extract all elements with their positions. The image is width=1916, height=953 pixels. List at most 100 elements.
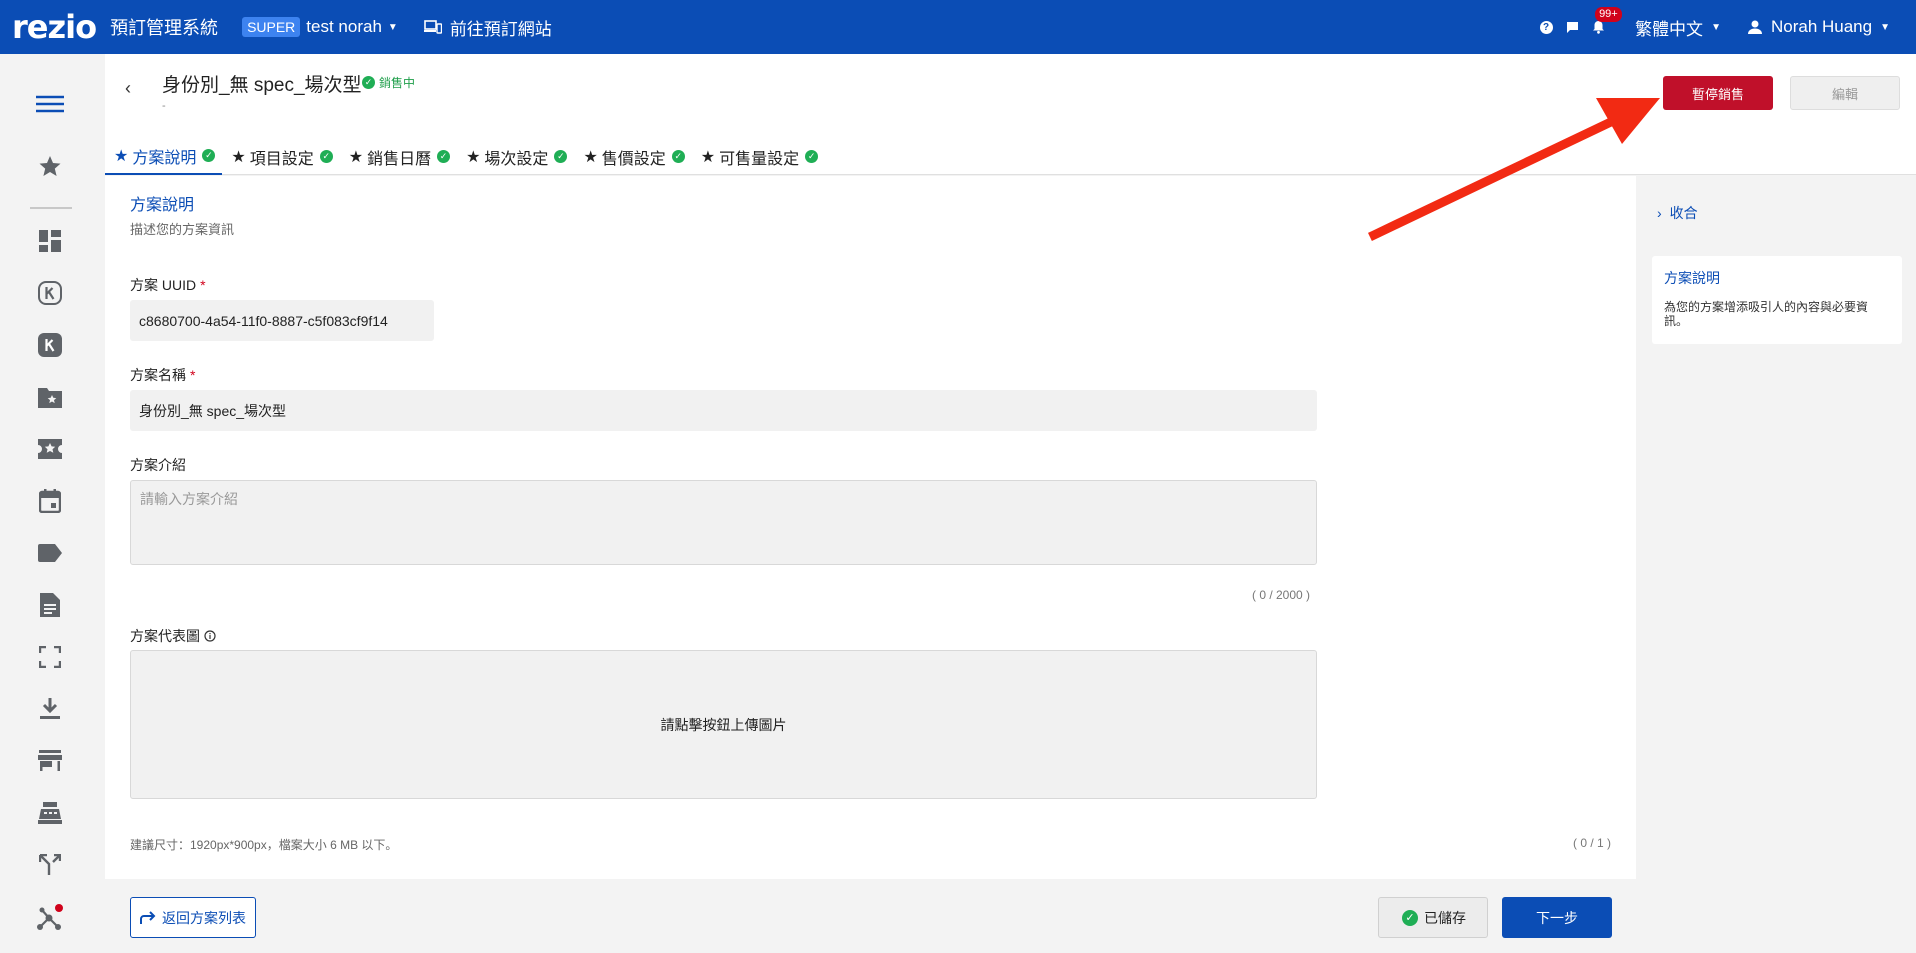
status-label: 銷售中 [379,76,416,90]
chevron-right-icon: › [1657,205,1662,221]
check-circle-icon: ✓ [202,149,216,162]
help-card-title: 方案說明 [1664,270,1720,286]
tab-sales-calendar[interactable]: ★ 銷售日曆 ✓ [340,138,457,175]
tab-price-settings[interactable]: ★ 售價設定 ✓ [574,138,691,175]
star-icon: ★ [114,147,129,165]
star-icon: ★ [231,148,246,166]
language-label: 繁體中文 [1635,19,1704,39]
check-circle-icon: ✓ [805,150,819,163]
uuid-field[interactable]: c8680700-4a54-11f0-8887-c5f083cf9f14 [130,300,434,341]
edit-button[interactable]: 編輯 [1790,76,1900,110]
help-icon[interactable]: ? [1539,20,1553,34]
tab-plan-description[interactable]: ★ 方案說明 ✓ [105,138,223,175]
top-bar: rezio 預訂管理系統 SUPER test norah ▼ 前往預訂網站 ?… [0,0,1916,54]
download-icon[interactable] [36,695,64,723]
scan-frame-icon[interactable] [36,643,64,671]
rezio-logo[interactable]: rezio [12,8,97,46]
store-icon[interactable] [36,747,64,775]
check-circle-icon: ✓ [319,150,333,163]
devices-icon [423,20,442,34]
image-upload-area[interactable]: 請點擊按鈕上傳圖片 [130,650,1317,799]
uuid-value: c8680700-4a54-11f0-8887-c5f083cf9f14 [139,312,388,329]
star-icon[interactable] [36,152,64,180]
k-filled-icon[interactable] [36,331,64,359]
tab-label: 方案說明 [132,149,197,167]
collapse-toggle[interactable]: › 收合 [1657,203,1698,223]
caret-down-icon: ▼ [1880,21,1890,33]
tab-label: 場次設定 [484,150,549,168]
uuid-label: 方案 UUID * [130,275,206,295]
org-name: test norah [306,17,382,36]
page-header: ‹ 身份別_無 spec_場次型 ✓ 銷售中 - 暫停銷售 編輯 ★ 方案說明 … [105,54,1916,175]
sidebar-divider [30,207,72,209]
info-icon[interactable] [204,630,216,642]
pause-sale-button[interactable]: 暫停銷售 [1663,76,1773,110]
left-sidebar [0,54,105,953]
star-icon: ★ [700,148,716,166]
main-form: 方案說明 描述您的方案資訊 方案 UUID * c8680700-4a54-11… [105,176,1636,879]
intro-textarea[interactable]: 請輸入方案介紹 [130,480,1317,565]
org-selector[interactable]: test norah ▼ [306,17,398,37]
status-badge: ✓ 銷售中 [360,74,415,91]
saved-button[interactable]: ✓ 已儲存 [1378,897,1488,938]
intro-placeholder: 請輸入方案介紹 [140,491,238,507]
image-label-text: 方案代表圖 [130,628,200,644]
goto-site-label: 前往預訂網站 [449,19,552,39]
feedback-icon[interactable] [1565,20,1579,34]
user-name: Norah Huang [1770,17,1873,36]
dashboard-icon[interactable] [36,227,64,255]
notification-badge: 99+ [1595,7,1622,22]
return-to-list-button[interactable]: 返回方案列表 [130,897,256,938]
person-icon [1747,20,1762,34]
upload-text: 請點擊按鈕上傳圖片 [660,716,787,733]
super-badge: SUPER [242,17,301,37]
user-menu[interactable]: Norah Huang ▼ [1747,17,1890,37]
calendar-icon[interactable] [36,487,64,515]
bell-icon[interactable]: 99+ [1591,7,1622,34]
tab-label: 可售量設定 [719,150,800,168]
name-field[interactable]: 身份別_無 spec_場次型 [130,390,1317,431]
help-card-text: 為您的方案增添吸引人的內容與必要資訊。 [1664,300,1869,328]
tab-availability-settings[interactable]: ★ 可售量設定 ✓ [692,138,825,175]
ticket-star-icon[interactable] [36,435,64,463]
network-icon[interactable] [36,903,64,931]
section-subtitle: 描述您的方案資訊 [130,222,235,237]
cash-register-icon[interactable] [36,799,64,827]
goto-site-link[interactable]: 前往預訂網站 [423,15,552,40]
required-mark: * [200,277,206,293]
name-label: 方案名稱 * [130,365,195,385]
check-circle-icon: ✓ [362,76,375,89]
tab-label: 項目設定 [249,150,314,168]
next-step-button[interactable]: 下一步 [1502,897,1612,938]
intro-counter: ( 0 / 2000 ) [1252,588,1311,602]
intro-label: 方案介紹 [130,457,186,473]
tag-icon[interactable] [36,539,64,567]
section-title: 方案說明 [130,197,195,214]
saved-label: 已儲存 [1424,909,1466,926]
caret-down-icon: ▼ [1711,21,1721,33]
menu-icon[interactable] [36,90,64,118]
language-selector[interactable]: 繁體中文 ▼ [1635,15,1721,40]
tab-bar: ★ 方案說明 ✓ ★ 項目設定 ✓ ★ 銷售日曆 ✓ ★ 場次設定 ✓ ★ 售價… [105,138,825,175]
document-icon[interactable] [36,591,64,619]
check-circle-icon: ✓ [1402,909,1418,926]
split-arrow-icon[interactable] [36,851,64,879]
system-name: 預訂管理系統 [110,18,219,38]
image-label: 方案代表圖 [130,626,216,646]
k-outline-icon[interactable] [36,279,64,307]
return-label: 返回方案列表 [162,909,246,926]
name-value: 身份別_無 spec_場次型 [139,402,287,419]
check-circle-icon: ✓ [671,150,685,163]
page-subtitle: - [162,100,166,112]
required-mark: * [190,367,196,383]
star-icon: ★ [583,148,598,166]
right-help-panel: › 收合 方案說明 為您的方案增添吸引人的內容與必要資訊。 [1637,176,1916,953]
uuid-label-text: 方案 UUID [130,277,197,293]
back-button[interactable]: ‹ [125,78,131,99]
tab-session-settings[interactable]: ★ 場次設定 ✓ [457,138,574,175]
tab-item-settings[interactable]: ★ 項目設定 ✓ [222,138,339,175]
folder-star-icon[interactable] [36,383,64,411]
help-card: 方案說明 為您的方案增添吸引人的內容與必要資訊。 [1652,256,1902,344]
forward-arrow-icon [140,910,156,924]
page-title: 身份別_無 spec_場次型 [162,75,362,96]
